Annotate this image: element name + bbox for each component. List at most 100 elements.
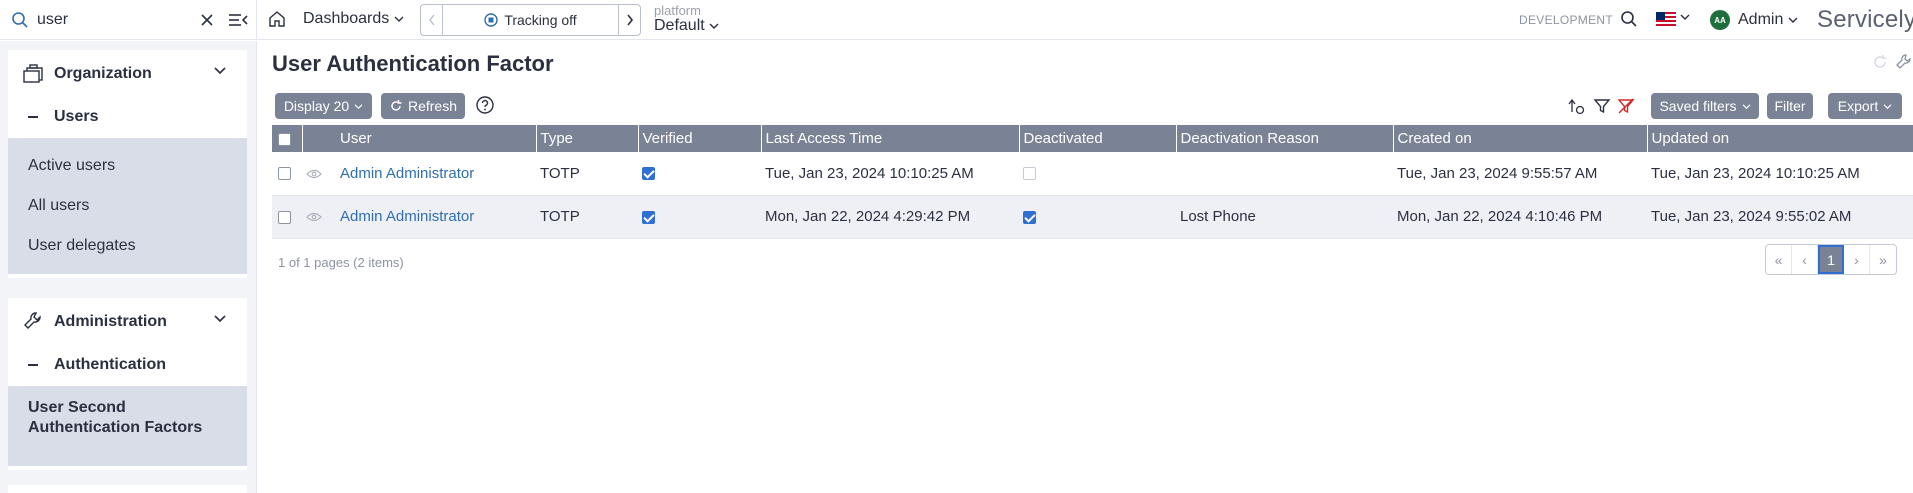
- column-header-deactivation-reason[interactable]: Deactivation Reason: [1176, 125, 1394, 152]
- chevron-down-icon: [1742, 103, 1750, 109]
- help-icon[interactable]: [475, 95, 495, 115]
- prev-page-button[interactable]: ‹: [1792, 245, 1818, 274]
- first-page-button[interactable]: «: [1766, 245, 1792, 274]
- subsection-title: Authentication: [54, 356, 166, 373]
- updated-on-cell: Tue, Jan 23, 2024 9:55:02 AM: [1651, 208, 1852, 225]
- chevron-down-icon: [709, 23, 719, 29]
- platform-value: Default: [654, 17, 705, 34]
- column-header-updated-on[interactable]: Updated on: [1647, 125, 1913, 152]
- tracking-toggle[interactable]: Tracking off: [443, 5, 618, 35]
- last-page-button[interactable]: »: [1870, 245, 1896, 274]
- eye-icon[interactable]: [306, 169, 322, 179]
- collapse-dash-icon: [28, 364, 38, 366]
- user-link[interactable]: Admin Administrator: [340, 208, 474, 225]
- updated-on-cell: Tue, Jan 23, 2024 10:10:25 AM: [1651, 164, 1860, 182]
- briefcase-icon: [23, 64, 43, 83]
- column-header-last-access[interactable]: Last Access Time: [761, 125, 1020, 152]
- wrench-icon[interactable]: [1895, 53, 1913, 71]
- refresh-icon[interactable]: [1871, 53, 1889, 71]
- subsection-title: Users: [54, 108, 99, 125]
- table-header-row: User Type Verified Last Access Time Deac…: [272, 125, 1913, 152]
- deactivation-reason-cell: [1176, 152, 1393, 195]
- chevron-down-icon[interactable]: [1680, 13, 1690, 21]
- refresh-label: Refresh: [407, 98, 458, 114]
- table-row[interactable]: Admin Administrator TOTP Tue, Jan 23, 20…: [272, 152, 1913, 195]
- nav-list: User Second Authentication Factors: [8, 386, 247, 466]
- column-header-verified[interactable]: Verified: [638, 125, 762, 152]
- display-count-button[interactable]: Display 20: [275, 93, 372, 119]
- export-label: Export: [1837, 98, 1879, 114]
- section-header[interactable]: Organization: [8, 50, 247, 96]
- sidebar-item-user-second-auth-factors[interactable]: User Second Authentication Factors: [8, 398, 218, 438]
- avatar[interactable]: AA: [1710, 10, 1730, 30]
- filter-button[interactable]: Filter: [1767, 93, 1813, 119]
- chevron-down-icon: [214, 315, 226, 323]
- header-spacer: [302, 125, 336, 152]
- nav-list: Active users All users User delegates: [8, 138, 247, 274]
- stop-circle-icon: [484, 13, 499, 27]
- pagination: « ‹ 1 › »: [1765, 244, 1897, 275]
- subsection-header[interactable]: Authentication: [8, 344, 247, 386]
- type-cell: TOTP: [540, 208, 580, 225]
- tracking-next-button[interactable]: [618, 5, 640, 35]
- close-icon[interactable]: [198, 11, 216, 29]
- sidebar-section-organization: Organization Users Active users All user…: [8, 50, 247, 278]
- environment-label: DEVELOPMENT: [1519, 13, 1613, 27]
- deactivated-checkbox: [1023, 210, 1036, 224]
- sidebar-item-active-users[interactable]: Active users: [8, 146, 247, 186]
- sidebar-section-administration: Administration Authentication User Secon…: [8, 298, 247, 470]
- verified-checkbox: [642, 210, 655, 224]
- filter-label: Filter: [1774, 98, 1806, 114]
- saved-filters-button[interactable]: Saved filters: [1651, 93, 1759, 119]
- chevron-down-icon: [1788, 17, 1798, 23]
- column-header-type[interactable]: Type: [536, 125, 639, 152]
- sidebar-item-all-users[interactable]: All users: [8, 186, 247, 226]
- app-root: Dashboards Tracking off platform Default…: [0, 0, 1913, 493]
- tracking-label: Tracking off: [504, 12, 577, 28]
- chevron-left-icon: [428, 14, 435, 26]
- chevron-right-icon: [626, 14, 633, 26]
- collapse-menu-icon[interactable]: [227, 11, 249, 29]
- type-cell: TOTP: [540, 164, 580, 182]
- sidebar-search: [0, 0, 257, 40]
- export-button[interactable]: Export: [1828, 93, 1902, 119]
- search-icon[interactable]: [1620, 10, 1638, 28]
- refresh-button[interactable]: Refresh: [381, 93, 465, 119]
- row-select-checkbox[interactable]: [278, 210, 291, 224]
- column-header-user[interactable]: User: [336, 125, 537, 152]
- pager-summary: 1 of 1 pages (2 items): [278, 255, 404, 270]
- wrench-icon: [24, 312, 41, 329]
- subsection-header[interactable]: Users: [8, 96, 247, 138]
- dashboards-menu[interactable]: Dashboards: [303, 10, 404, 28]
- last-access-cell: Tue, Jan 23, 2024 10:10:25 AM: [765, 164, 974, 182]
- clear-filter-icon[interactable]: [1616, 96, 1636, 116]
- user-name: Admin: [1738, 11, 1784, 28]
- tracking-prev-button[interactable]: [421, 5, 443, 35]
- column-header-deactivated[interactable]: Deactivated: [1019, 125, 1177, 152]
- select-all-cell[interactable]: [272, 125, 303, 152]
- user-menu[interactable]: Admin: [1738, 11, 1798, 29]
- created-on-cell: Tue, Jan 23, 2024 9:55:57 AM: [1397, 164, 1598, 182]
- display-count-label: Display 20: [283, 98, 350, 114]
- row-select-checkbox[interactable]: [278, 167, 291, 181]
- eye-icon[interactable]: [306, 212, 322, 222]
- select-all-checkbox[interactable]: [278, 132, 291, 146]
- us-flag-icon[interactable]: [1656, 12, 1676, 27]
- sidebar-item-user-delegates[interactable]: User delegates: [8, 226, 247, 266]
- section-header[interactable]: Administration: [8, 298, 247, 344]
- sort-filter-icon[interactable]: [1566, 96, 1586, 116]
- page-number-button[interactable]: 1: [1818, 245, 1844, 274]
- dashboards-label: Dashboards: [303, 10, 390, 27]
- refresh-icon: [391, 100, 402, 111]
- deactivated-checkbox: [1023, 167, 1036, 181]
- section-title: Organization: [54, 65, 152, 82]
- platform-selector[interactable]: platform Default: [654, 4, 719, 34]
- user-link[interactable]: Admin Administrator: [340, 165, 474, 182]
- table-row[interactable]: Admin Administrator TOTP Mon, Jan 22, 20…: [272, 195, 1913, 238]
- search-input[interactable]: [37, 9, 187, 31]
- filter-icon[interactable]: [1592, 96, 1612, 116]
- home-icon[interactable]: [268, 10, 286, 28]
- last-access-cell: Mon, Jan 22, 2024 4:29:42 PM: [765, 208, 971, 225]
- next-page-button[interactable]: ›: [1844, 245, 1870, 274]
- column-header-created-on[interactable]: Created on: [1393, 125, 1648, 152]
